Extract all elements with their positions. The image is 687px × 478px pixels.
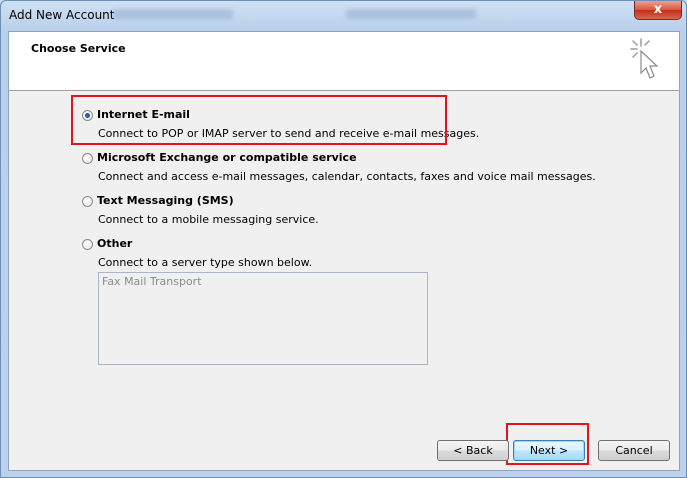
window-title: Add New Account xyxy=(9,8,115,22)
internet-email-highlight xyxy=(71,95,447,145)
title-bar[interactable]: Add New Account x xyxy=(1,1,686,31)
add-new-account-window: Add New Account x Choose Service Interne xyxy=(0,0,687,478)
cancel-button[interactable]: Cancel xyxy=(598,440,670,461)
wizard-header: Choose Service xyxy=(9,32,679,91)
exchange-label[interactable]: Microsoft Exchange or compatible service xyxy=(97,151,357,164)
other-description: Connect to a server type shown below. xyxy=(98,256,313,269)
blurred-title-region xyxy=(113,9,233,19)
blurred-title-region xyxy=(346,9,476,19)
sms-description: Connect to a mobile messaging service. xyxy=(98,213,319,226)
sms-label[interactable]: Text Messaging (SMS) xyxy=(97,194,234,207)
sms-radio[interactable] xyxy=(82,196,93,207)
other-label[interactable]: Other xyxy=(97,237,132,250)
back-button[interactable]: < Back xyxy=(437,440,509,461)
close-icon: x xyxy=(653,2,663,17)
server-type-listbox[interactable]: Fax Mail Transport xyxy=(98,272,428,365)
page-title: Choose Service xyxy=(31,42,126,55)
wizard-panel: Choose Service Internet E-mail Connect t… xyxy=(8,31,680,471)
close-button[interactable]: x xyxy=(634,1,682,20)
exchange-radio[interactable] xyxy=(82,153,93,164)
listbox-item[interactable]: Fax Mail Transport xyxy=(102,275,202,288)
other-radio[interactable] xyxy=(82,239,93,250)
next-button[interactable]: Next > xyxy=(513,440,585,461)
cursor-click-icon xyxy=(630,38,659,79)
exchange-description: Connect and access e-mail messages, cale… xyxy=(98,170,596,183)
